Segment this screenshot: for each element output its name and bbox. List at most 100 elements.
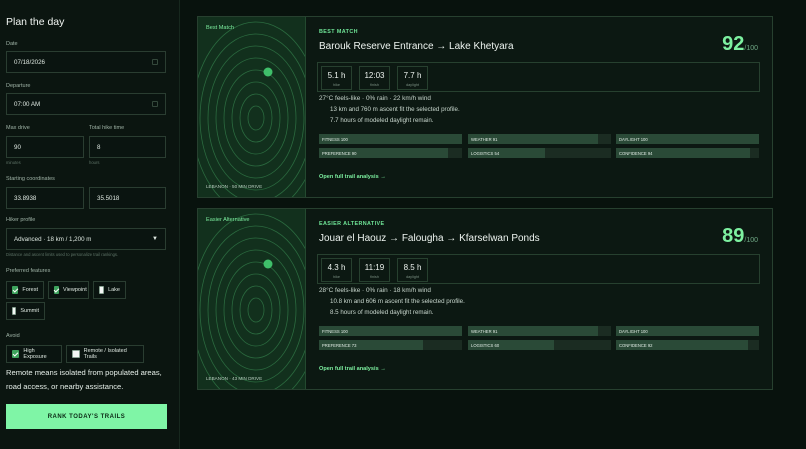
feature-label: Lake xyxy=(108,287,120,293)
stat-value: 4.3 h xyxy=(327,263,346,272)
trail-map: Easier Alternative LEBANON · 43 MIN DRIV… xyxy=(198,209,306,389)
feature-viewpoint-checkbox[interactable]: Viewpoint xyxy=(48,281,89,299)
avoid-remote-checkbox[interactable]: Remote / Isolated Trails xyxy=(66,345,144,363)
open-analysis-link[interactable]: Open full trail analysis → xyxy=(319,366,386,372)
score-bar: CONFIDENCE 94 xyxy=(616,148,759,158)
checkbox-icon xyxy=(72,350,80,358)
score-bar-label: LOGISTICS 60 xyxy=(471,342,500,348)
score-bar: PREFERENCE 73 xyxy=(319,340,462,350)
planner-sidebar: Plan the day Date 07/18/2026 Departure 0… xyxy=(0,0,180,449)
avoid-label-text: High Exposure xyxy=(23,348,47,360)
weather-summary: 28°C feels-like · 0% rain · 18 km/h wind xyxy=(319,287,431,294)
feature-label: Summit xyxy=(20,308,39,314)
avoid-high-exposure-checkbox[interactable]: High Exposure xyxy=(6,345,62,363)
stat-value: 7.7 h xyxy=(403,71,422,80)
score-bar-label: PREFERENCE 73 xyxy=(322,342,357,348)
feature-lake-checkbox[interactable]: Lake xyxy=(93,281,126,299)
profile-reason: 10.8 km and 606 m ascent fit the selecte… xyxy=(330,298,465,305)
stat-value: 5.1 h xyxy=(327,71,346,80)
max-drive-input[interactable]: 90 xyxy=(6,136,84,158)
total-hike-unit: hours xyxy=(89,160,100,165)
trail-card: Best Match LEBANON · 50 MIN DRIVE BEST M… xyxy=(197,16,773,198)
total-hike-value: 8 xyxy=(97,143,101,151)
score-bar: LOGISTICS 54 xyxy=(468,148,611,158)
check-icon xyxy=(12,350,20,358)
stat-unit: finish xyxy=(370,83,379,87)
trailhead-marker xyxy=(263,67,273,77)
daylight-reason: 7.7 hours of modeled daylight remain. xyxy=(330,117,434,124)
hiker-profile-select[interactable]: Advanced · 18 km / 1,200 m ▼ xyxy=(6,228,166,250)
score-bar: FITNESS 100 xyxy=(319,134,462,144)
max-drive-unit: minutes xyxy=(6,160,21,165)
score-bar-label: FITNESS 100 xyxy=(322,328,348,334)
open-analysis-link[interactable]: Open full trail analysis → xyxy=(319,174,386,180)
stat-hike: 4.3 h hike xyxy=(321,258,352,282)
calendar-icon xyxy=(152,59,158,65)
check-icon xyxy=(12,286,19,294)
remote-note: Remote means isolated from populated are… xyxy=(6,368,162,391)
score-bar: LOGISTICS 60 xyxy=(468,340,611,350)
rank-trails-button[interactable]: RANK TODAY'S TRAILS xyxy=(6,404,167,429)
score-bar: CONFIDENCE 92 xyxy=(616,340,759,350)
score-bar-label: FITNESS 100 xyxy=(322,136,348,142)
avoid-label: Avoid xyxy=(6,333,20,339)
date-label: Date xyxy=(6,41,18,47)
score-value: 89 xyxy=(722,225,745,247)
score-bar: FITNESS 100 xyxy=(319,326,462,336)
stat-daylight: 7.7 h daylight xyxy=(397,66,428,90)
feature-summit-checkbox[interactable]: Summit xyxy=(6,302,45,320)
stat-unit: finish xyxy=(370,275,379,279)
trail-card: Easier Alternative LEBANON · 43 MIN DRIV… xyxy=(197,208,773,390)
total-hike-input[interactable]: 8 xyxy=(89,136,166,158)
map-tag: Easier Alternative xyxy=(206,217,250,223)
features-label: Preferred features xyxy=(6,268,51,274)
contour-map-icon xyxy=(198,21,305,197)
stat-finish: 12:03 finish xyxy=(359,66,390,90)
score-denominator: /100 xyxy=(744,45,758,52)
stat-unit: hike xyxy=(333,83,340,87)
stat-finish: 11:19 finish xyxy=(359,258,390,282)
avoid-label-text: Remote / Isolated Trails xyxy=(83,348,127,360)
clock-icon xyxy=(152,101,158,107)
daylight-reason: 8.5 hours of modeled daylight remain. xyxy=(330,309,434,316)
date-input[interactable]: 07/18/2026 xyxy=(6,51,166,73)
latitude-input[interactable]: 33.8938 xyxy=(6,187,84,209)
departure-input[interactable]: 07:00 AM xyxy=(6,93,166,115)
stat-unit: daylight xyxy=(405,275,420,279)
score-bar: PREFERENCE 90 xyxy=(319,148,462,158)
weather-summary: 27°C feels-like · 0% rain · 22 km/h wind xyxy=(319,95,431,102)
longitude-value: 35.5018 xyxy=(97,194,120,202)
stat-value: 8.5 h xyxy=(403,263,422,272)
score-bar: DAYLIGHT 100 xyxy=(616,134,759,144)
score-bar-label: CONFIDENCE 92 xyxy=(619,342,653,348)
trail-title: Barouk Reserve Entrance → Lake Khetyara xyxy=(319,41,514,52)
stat-hike: 5.1 h hike xyxy=(321,66,352,90)
score-bar-label: DAYLIGHT 100 xyxy=(619,328,648,334)
profile-reason: 13 km and 760 m ascent fit the selected … xyxy=(330,106,460,113)
max-drive-label: Max drive xyxy=(6,125,30,131)
score-bar-label: LOGISTICS 54 xyxy=(471,150,500,156)
stat-daylight: 8.5 h daylight xyxy=(397,258,428,282)
stat-value: 12:03 xyxy=(364,71,385,80)
trail-map: Best Match LEBANON · 50 MIN DRIVE xyxy=(198,17,306,197)
feature-forest-checkbox[interactable]: Forest xyxy=(6,281,44,299)
max-drive-value: 90 xyxy=(14,143,21,151)
contour-map-icon xyxy=(198,213,305,389)
departure-label: Departure xyxy=(6,83,31,89)
card-context-label: EASIER ALTERNATIVE xyxy=(319,221,385,227)
checkbox-icon xyxy=(99,286,105,294)
match-score: 92/100 xyxy=(722,33,758,56)
stats-panel: 4.3 h hike 11:19 finish 8.5 h daylight xyxy=(317,254,760,284)
card-context-label: BEST MATCH xyxy=(319,29,358,35)
score-bar-label: PREFERENCE 90 xyxy=(322,150,357,156)
latitude-value: 33.8938 xyxy=(14,194,37,202)
score-bar: WEATHER 91 xyxy=(468,134,611,144)
sidebar-title: Plan the day xyxy=(6,16,65,28)
score-bar-label: CONFIDENCE 94 xyxy=(619,150,653,156)
total-hike-label: Total hike time xyxy=(89,125,125,131)
map-footer: LEBANON · 43 MIN DRIVE xyxy=(206,376,263,381)
longitude-input[interactable]: 35.5018 xyxy=(89,187,166,209)
score-value: 92 xyxy=(722,33,745,55)
checkbox-icon xyxy=(12,307,17,315)
trail-title: Jouar el Haouz → Falougha → Kfarselwan P… xyxy=(319,233,540,244)
